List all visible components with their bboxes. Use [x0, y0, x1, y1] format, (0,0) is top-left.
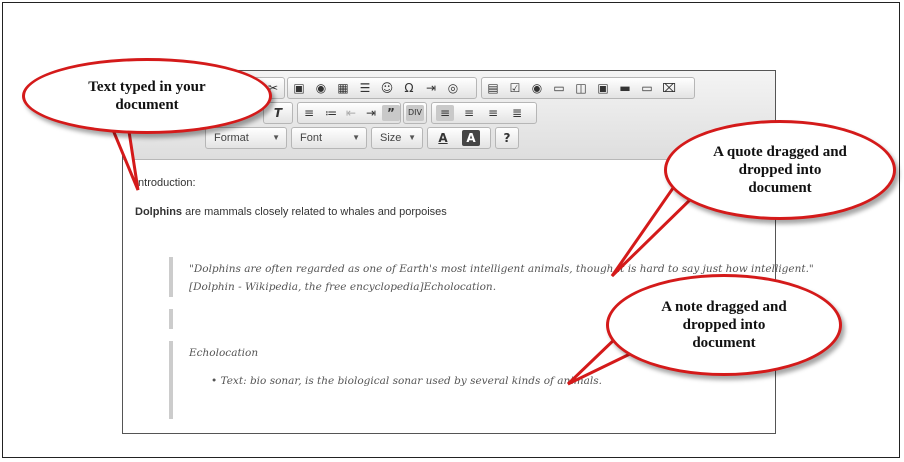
callout-quote: A quote dragged and dropped into documen… [664, 120, 896, 220]
callout-typed-label: Text typed in your document [88, 79, 206, 113]
callout-quote-label: A quote dragged and dropped into documen… [713, 144, 847, 196]
callout-note: A note dragged and dropped into document [606, 274, 842, 376]
callout-typed-text: Text typed in your document [22, 58, 272, 134]
callout-note-label: A note dragged and dropped into document [661, 299, 787, 351]
